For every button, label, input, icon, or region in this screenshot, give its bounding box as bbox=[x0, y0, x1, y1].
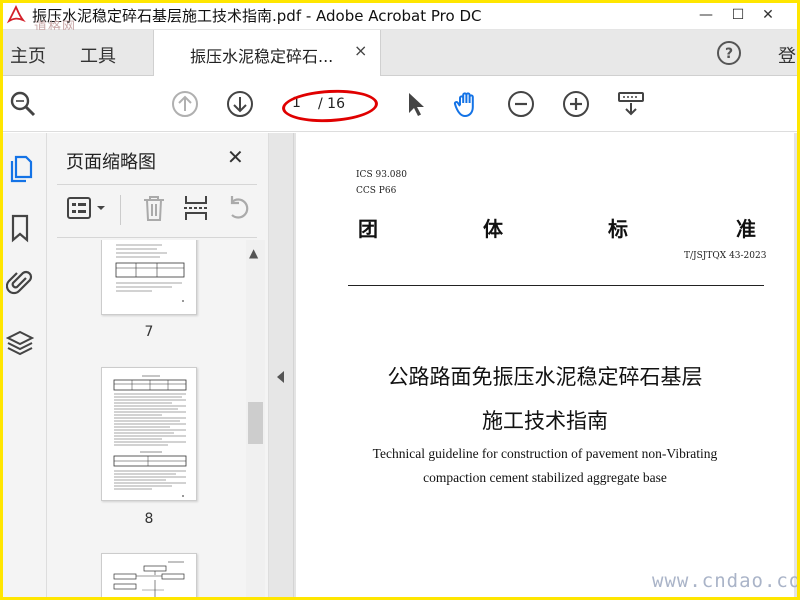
window-title: 振压水泥稳定碎石基层施工技术指南.pdf - Adobe Acrobat Pro… bbox=[32, 7, 482, 25]
thumbnail-scrollbar[interactable]: ▲ bbox=[246, 240, 265, 600]
page-display-icon[interactable] bbox=[616, 89, 646, 119]
tab-home[interactable]: 主页 bbox=[10, 42, 46, 68]
attachment-icon[interactable] bbox=[6, 268, 34, 298]
delete-page-icon[interactable] bbox=[139, 193, 169, 223]
thumbnails-panel: 页面缩略图 ✕ 7 8 ▲ bbox=[47, 133, 269, 600]
page-thumbnail[interactable] bbox=[101, 367, 197, 501]
page-preview bbox=[113, 375, 187, 497]
zoom-in-icon[interactable] bbox=[561, 89, 591, 119]
hand-tool-icon[interactable] bbox=[452, 89, 482, 119]
insert-page-icon[interactable] bbox=[181, 193, 211, 223]
panel-close-button[interactable]: ✕ bbox=[227, 145, 244, 169]
thumbnail-page-number: 7 bbox=[144, 324, 154, 340]
tab-document[interactable]: 振压水泥稳定碎石... × bbox=[153, 30, 381, 76]
page-thumbnail[interactable] bbox=[101, 553, 197, 600]
standard-code: T/JSJTQX 43-2023 bbox=[684, 251, 767, 261]
tab-bar: 主页 工具 振压水泥稳定碎石... × ? 登 bbox=[0, 30, 800, 76]
maximize-button[interactable]: ☐ bbox=[726, 3, 750, 27]
help-icon[interactable]: ? bbox=[716, 40, 742, 66]
document-title-zh: 施工技术指南 bbox=[482, 409, 608, 433]
document-tab-label: 振压水泥稳定碎石... bbox=[190, 47, 334, 66]
bookmark-icon[interactable] bbox=[6, 213, 34, 243]
scroll-up-arrow[interactable]: ▲ bbox=[249, 246, 258, 260]
standard-heading-char: 体 bbox=[483, 217, 503, 241]
document-tab-close-button[interactable]: × bbox=[354, 41, 367, 60]
zoom-search-icon[interactable] bbox=[8, 89, 38, 119]
thumbnail-list: 7 8 bbox=[47, 240, 247, 600]
svg-text:?: ? bbox=[725, 46, 733, 62]
tab-tools[interactable]: 工具 bbox=[80, 42, 116, 68]
zoom-out-icon[interactable] bbox=[506, 89, 536, 119]
divider bbox=[120, 195, 121, 225]
thumbnail-page-number: 8 bbox=[144, 511, 154, 527]
scroll-thumb[interactable] bbox=[248, 402, 263, 444]
sign-in-button[interactable]: 登 bbox=[778, 42, 796, 68]
pdf-page: ICS 93.080 CCS P66 团 体 标 准 T/JSJTQX 43-2… bbox=[296, 133, 794, 600]
standard-heading: 团 体 标 准 bbox=[358, 213, 758, 241]
layers-icon[interactable] bbox=[6, 328, 34, 358]
acrobat-logo-icon bbox=[6, 5, 26, 24]
rotate-page-icon[interactable] bbox=[223, 193, 253, 223]
title-bar: 振压水泥稳定碎石基层施工技术指南.pdf - Adobe Acrobat Pro… bbox=[0, 0, 800, 35]
document-viewer[interactable]: ICS 93.080 CCS P66 团 体 标 准 T/JSJTQX 43-2… bbox=[294, 133, 800, 600]
page-preview bbox=[113, 561, 185, 598]
toolbar: / 16 bbox=[0, 76, 800, 132]
navigation-rail bbox=[0, 133, 47, 600]
divider bbox=[57, 184, 257, 185]
document-title-zh: 公路路面免振压水泥稳定碎石基层 bbox=[387, 365, 703, 389]
ics-code: ICS 93.080 bbox=[356, 170, 407, 180]
standard-heading-char: 团 bbox=[358, 217, 378, 241]
page-thumbnails-icon[interactable] bbox=[6, 153, 34, 183]
minimize-button[interactable]: — bbox=[694, 3, 718, 27]
standard-heading-char: 标 bbox=[608, 217, 628, 241]
panel-collapse-handle[interactable] bbox=[269, 133, 294, 600]
page-preview bbox=[115, 244, 185, 302]
thumbnail-options-icon[interactable] bbox=[65, 193, 111, 223]
close-window-button[interactable]: ✕ bbox=[756, 3, 780, 27]
prev-page-icon[interactable] bbox=[170, 89, 200, 119]
standard-heading-char: 准 bbox=[736, 217, 756, 241]
ccs-code: CCS P66 bbox=[356, 186, 397, 196]
collapse-arrow-icon bbox=[277, 371, 284, 383]
watermark-text: www.cndao.com bbox=[652, 570, 800, 592]
divider bbox=[348, 285, 764, 286]
panel-title: 页面缩略图 bbox=[66, 152, 156, 173]
document-title-en: Technical guideline for construction of … bbox=[372, 446, 718, 461]
next-page-icon[interactable] bbox=[225, 89, 255, 119]
page-thumbnail[interactable] bbox=[101, 240, 197, 315]
divider bbox=[57, 237, 257, 238]
select-cursor-icon[interactable] bbox=[400, 89, 430, 119]
document-title-en: compaction cement stabilized aggregate b… bbox=[423, 470, 667, 485]
